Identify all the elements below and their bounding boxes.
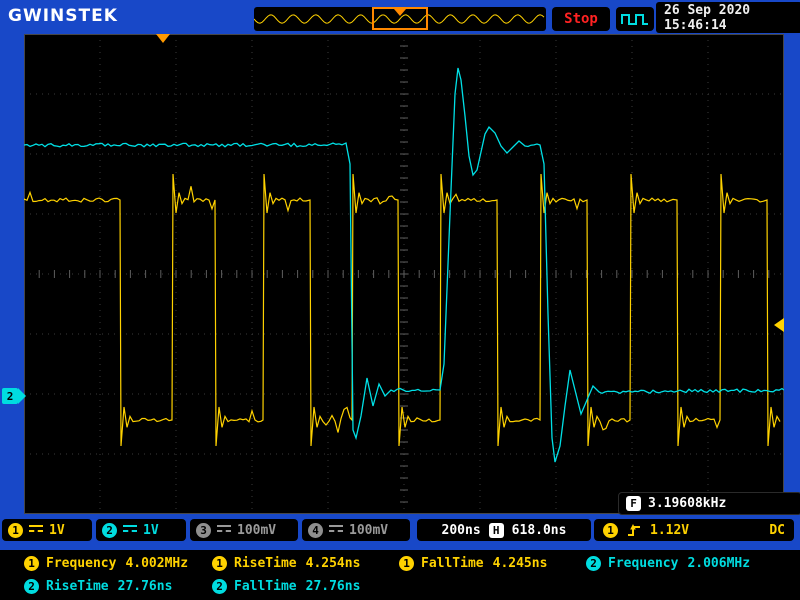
measurement-name: Frequency — [608, 556, 678, 571]
measurement-ch2-frequency: 2 Frequency 2.006MHz — [586, 554, 750, 572]
channel3-scale: 100mV — [237, 523, 276, 538]
measurement-name: FallTime — [234, 579, 297, 594]
preview-waveform — [254, 15, 544, 23]
measurement-value: 4.002MHz — [125, 556, 188, 571]
acquisition-preview — [254, 7, 546, 31]
channel3-coupling-icon — [217, 525, 231, 536]
channel2-badge: 2 — [102, 523, 117, 538]
measurement-channel-badge: 1 — [24, 556, 39, 571]
status-bar: 1 1V 2 1V 3 100mV 4 100mV 200ns H 618.0n… — [0, 519, 800, 542]
channel4-status: 4 100mV — [302, 519, 410, 541]
ch2-position-arrow-icon — [18, 388, 26, 404]
channel2-scale: 1V — [143, 523, 159, 538]
trigger-source-badge: 1 — [603, 523, 618, 538]
channel2-coupling-icon — [123, 525, 137, 536]
trigger-status: 1 1.12V DC — [594, 519, 794, 541]
channel2-status: 2 1V — [96, 519, 186, 541]
timebase-status: 200ns H 618.0ns — [417, 519, 591, 541]
brand-logo: GWINSTEK — [8, 6, 118, 26]
trigger-coupling: DC — [769, 523, 785, 538]
measurement-name: FallTime — [421, 556, 484, 571]
channel4-coupling-icon — [329, 525, 343, 536]
channel1-scale: 1V — [49, 523, 65, 538]
measurement-value: 4.245ns — [493, 556, 548, 571]
channel1-coupling-icon — [29, 525, 43, 536]
timebase-value: 200ns — [442, 523, 481, 538]
measurement-name: RiseTime — [234, 556, 297, 571]
frequency-counter-value: 3.19608kHz — [648, 496, 726, 511]
measurement-ch1-falltime: 1 FallTime 4.245ns — [399, 554, 547, 572]
waveform-display — [24, 34, 784, 514]
graticule-area — [24, 34, 784, 514]
channel3-status: 3 100mV — [190, 519, 298, 541]
datetime-display: 26 Sep 2020 15:46:14 — [656, 2, 800, 33]
measurement-ch1-frequency: 1 Frequency 4.002MHz — [24, 554, 188, 572]
date-label: 26 Sep 2020 — [664, 3, 800, 18]
measurement-channel-badge: 2 — [212, 579, 227, 594]
ch2-position-badge: 2 — [2, 388, 18, 404]
frequency-counter-icon: F — [626, 496, 641, 511]
measurement-channel-badge: 2 — [24, 579, 39, 594]
time-label: 15:46:14 — [664, 18, 800, 33]
measurement-value: 27.76ns — [118, 579, 173, 594]
horizontal-position-icon: H — [489, 523, 504, 538]
measurement-channel-badge: 2 — [586, 556, 601, 571]
channel4-badge: 4 — [308, 523, 323, 538]
acquisition-state-badge: Stop — [552, 7, 610, 31]
measurement-value: 2.006MHz — [687, 556, 750, 571]
graticule-grid — [24, 34, 784, 514]
measurement-value: 4.254ns — [306, 556, 361, 571]
ch2-position-marker: 2 — [2, 388, 26, 404]
measurement-value: 27.76ns — [306, 579, 361, 594]
trigger-mode-indicator — [616, 7, 654, 31]
measurement-name: Frequency — [46, 556, 116, 571]
channel1-badge: 1 — [8, 523, 23, 538]
channel4-scale: 100mV — [349, 523, 388, 538]
square-wave-icon — [620, 10, 650, 28]
measurement-channel-badge: 1 — [399, 556, 414, 571]
acquisition-preview-svg — [254, 7, 546, 31]
measurements-area: 1 Frequency 4.002MHz 1 RiseTime 4.254ns … — [0, 550, 800, 600]
measurement-channel-badge: 1 — [212, 556, 227, 571]
measurement-name: RiseTime — [46, 579, 109, 594]
channel1-status: 1 1V — [2, 519, 92, 541]
stop-label: Stop — [564, 11, 598, 27]
horizontal-offset-value: 618.0ns — [512, 523, 567, 538]
ch2-trace — [24, 68, 784, 462]
trigger-position-marker — [156, 34, 170, 43]
oscilloscope-screen: GWINSTEK Stop 26 Sep 2020 15:46:14 2 — [0, 0, 800, 600]
frequency-counter: F 3.19608kHz — [618, 492, 800, 515]
trigger-level-marker — [774, 318, 784, 332]
measurement-ch2-falltime: 2 FallTime 27.76ns — [212, 577, 360, 595]
channel3-badge: 3 — [196, 523, 211, 538]
measurement-ch1-risetime: 1 RiseTime 4.254ns — [212, 554, 360, 572]
measurement-ch2-risetime: 2 RiseTime 27.76ns — [24, 577, 172, 595]
trigger-slope-icon — [626, 523, 642, 538]
trigger-level-value: 1.12V — [650, 523, 689, 538]
